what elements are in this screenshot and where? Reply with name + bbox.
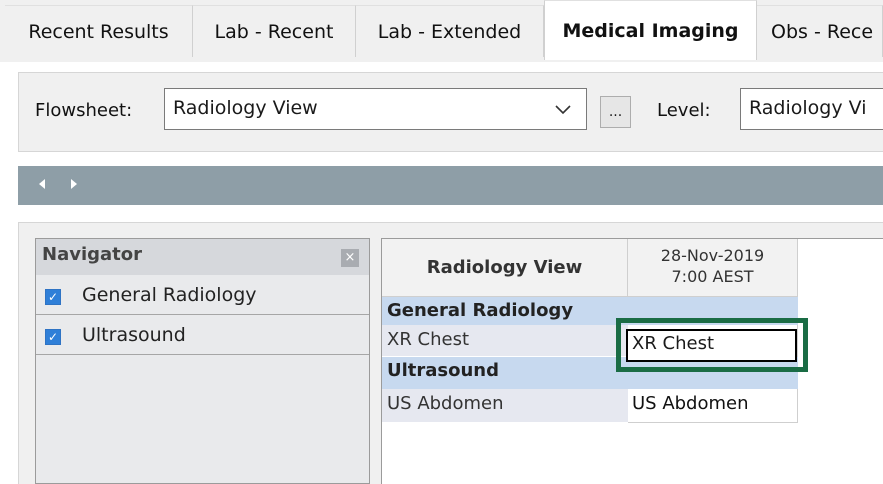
- date-line: 28-Nov-2019: [660, 246, 765, 265]
- checkbox-checked-icon[interactable]: ✓: [45, 289, 61, 305]
- level-value: Radiology Vi: [749, 97, 867, 119]
- flowsheet-value: Radiology View: [173, 97, 318, 119]
- group-label: Ultrasound: [387, 360, 500, 381]
- scroll-left-icon[interactable]: [38, 178, 46, 193]
- tab-lab-recent[interactable]: Lab - Recent: [193, 5, 356, 57]
- level-label: Level:: [657, 100, 711, 121]
- navigator-item-label: Ultrasound: [82, 324, 186, 346]
- time-line: 7:00 AEST: [671, 267, 754, 286]
- group-label: General Radiology: [387, 300, 574, 321]
- navigator-item-ultrasound[interactable]: ✓ Ultrasound: [36, 315, 369, 355]
- ellipsis-label: ...: [608, 104, 623, 120]
- scroll-strip[interactable]: [18, 166, 883, 205]
- navigator-panel: Navigator × ✓ General Radiology ✓ Ultras…: [35, 238, 370, 484]
- tab-lab-extended[interactable]: Lab - Extended: [356, 5, 544, 57]
- level-select[interactable]: Radiology Vi: [740, 88, 883, 130]
- flowsheet-label: Flowsheet:: [35, 100, 133, 121]
- flowsheet-select[interactable]: Radiology View: [164, 88, 587, 130]
- selected-cell-xr-chest[interactable]: XR Chest: [626, 329, 797, 362]
- navigator-item-general-radiology[interactable]: ✓ General Radiology: [36, 275, 369, 315]
- row-value-us-abdomen[interactable]: US Abdomen: [628, 389, 798, 423]
- tab-bar: Recent Results Lab - Recent Lab - Extend…: [0, 0, 883, 62]
- checkbox-checked-icon[interactable]: ✓: [45, 329, 61, 345]
- navigator-item-label: General Radiology: [82, 284, 257, 306]
- tab-medical-imaging[interactable]: Medical Imaging: [544, 0, 757, 60]
- scroll-right-icon[interactable]: [70, 178, 78, 193]
- row-label-us-abdomen: US Abdomen: [382, 389, 628, 423]
- navigator-title: Navigator: [42, 244, 142, 265]
- row-label-xr-chest: XR Chest: [382, 325, 628, 357]
- ellipsis-button[interactable]: ...: [600, 96, 631, 128]
- chevron-down-icon[interactable]: [555, 100, 571, 119]
- close-icon[interactable]: ×: [341, 249, 359, 267]
- tab-recent-results[interactable]: Recent Results: [5, 5, 193, 57]
- navigator-header: Navigator ×: [36, 239, 369, 275]
- grid-header-date[interactable]: 28-Nov-2019 7:00 AEST: [628, 239, 798, 297]
- tab-obs-recent[interactable]: Obs - Rece: [757, 5, 883, 57]
- grid-header-view: Radiology View: [382, 239, 628, 297]
